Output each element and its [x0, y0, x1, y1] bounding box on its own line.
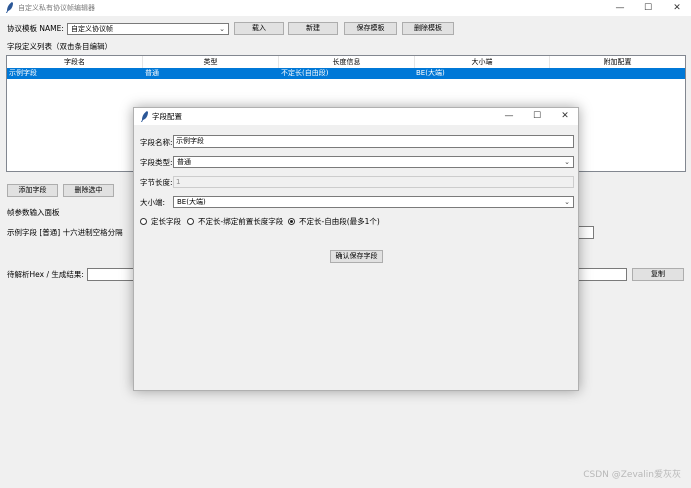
endian-label: 大小端: — [140, 198, 166, 207]
minimize-button[interactable]: — — [613, 2, 627, 14]
feather-icon — [141, 111, 148, 122]
chevron-down-icon: ⌄ — [219, 25, 225, 33]
chevron-down-icon: ⌄ — [564, 158, 570, 166]
param-row-label: 示例字段 [普通] 十六进制空格分隔 — [7, 228, 123, 237]
chevron-down-icon: ⌄ — [564, 198, 570, 206]
length-label: 字节长度: — [140, 178, 173, 187]
column-header-type[interactable]: 类型 — [143, 56, 279, 68]
endian-combobox-value: BE(大端) — [177, 198, 206, 206]
close-button[interactable]: ✕ — [670, 2, 684, 14]
template-combobox[interactable]: 自定义协议帧 ⌄ — [67, 23, 229, 35]
dialog-maximize-button[interactable]: ☐ — [530, 110, 544, 122]
hex-label: 待解析Hex / 生成结果: — [7, 270, 84, 279]
cell-type: 普通 — [145, 69, 159, 77]
dialog-title-bar: 字段配置 — ☐ ✕ — [134, 108, 578, 125]
maximize-button[interactable]: ☐ — [641, 2, 655, 14]
endian-combobox[interactable]: BE(大端) ⌄ — [173, 196, 574, 208]
save-template-button[interactable]: 保存模板 — [344, 22, 397, 35]
window-title: 自定义私有协议帧编辑器 — [18, 4, 95, 12]
window-title-bar: 自定义私有协议帧编辑器 — ☐ ✕ — [0, 0, 691, 16]
radio-prefixed-circle[interactable] — [187, 218, 194, 225]
load-button[interactable]: 载入 — [234, 22, 284, 35]
delete-template-button[interactable]: 删除模板 — [402, 22, 454, 35]
radio-fixed-label: 定长字段 — [151, 217, 181, 226]
delete-selected-button[interactable]: 删除选中 — [63, 184, 114, 197]
radio-free-label: 不定长-自由段(最多1个) — [299, 217, 380, 226]
table-row[interactable]: 示例字段 普通 不定长(自由段) BE(大端) — [7, 68, 685, 79]
watermark: CSDN @Zevalin爱灰灰 — [583, 470, 681, 480]
name-label: 字段名称: — [140, 138, 173, 147]
template-label: 协议模板 NAME: — [7, 24, 64, 33]
length-input-disabled: 1 — [173, 176, 574, 188]
dialog-minimize-button[interactable]: — — [502, 110, 516, 122]
name-input[interactable]: 示例字段 — [173, 135, 574, 148]
column-header-endian[interactable]: 大小端 — [415, 56, 550, 68]
type-combobox-value: 普通 — [177, 158, 191, 166]
radio-free-circle[interactable] — [288, 218, 295, 225]
dialog-close-button[interactable]: ✕ — [558, 110, 572, 122]
cell-name: 示例字段 — [9, 69, 37, 77]
type-label: 字段类型: — [140, 158, 173, 167]
feather-icon — [6, 2, 13, 13]
column-header-extra[interactable]: 附加配置 — [550, 56, 685, 68]
confirm-save-field-button[interactable]: 确认保存字段 — [330, 250, 383, 263]
dialog-title: 字段配置 — [152, 112, 182, 121]
field-list-label: 字段定义列表（双击条目编辑） — [7, 42, 112, 51]
new-button[interactable]: 新建 — [288, 22, 338, 35]
add-field-button[interactable]: 添加字段 — [7, 184, 58, 197]
column-header-name[interactable]: 字段名 — [7, 56, 143, 68]
param-input[interactable] — [578, 226, 594, 239]
param-panel-label: 帧参数输入面板 — [7, 208, 60, 217]
radio-prefixed-label: 不定长-绑定前置长度字段 — [198, 217, 284, 226]
field-config-dialog: 字段配置 — ☐ ✕ 字段名称: 示例字段 字段类型: 普通 ⌄ 字节长度: 1… — [133, 107, 579, 391]
radio-fixed-circle[interactable] — [140, 218, 147, 225]
copy-button[interactable]: 复制 — [632, 268, 684, 281]
cell-length: 不定长(自由段) — [281, 69, 329, 77]
column-header-length[interactable]: 长度信息 — [279, 56, 415, 68]
template-combobox-value: 自定义协议帧 — [71, 25, 113, 33]
cell-endian: BE(大端) — [416, 69, 445, 77]
type-combobox[interactable]: 普通 ⌄ — [173, 156, 574, 168]
